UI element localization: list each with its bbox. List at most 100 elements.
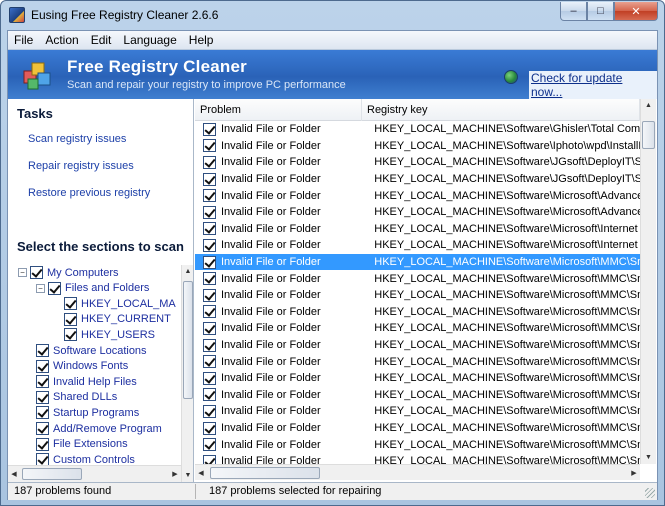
table-horizontal-scrollbar[interactable]: ◀ ▶	[195, 464, 640, 480]
table-row[interactable]: Invalid File or Folder HKEY_LOCAL_MACHINE…	[195, 320, 640, 337]
menu-action[interactable]: Action	[39, 31, 84, 49]
tree-item[interactable]: − My Computers	[18, 265, 119, 280]
table-hscroll-thumb[interactable]	[210, 467, 320, 479]
table-row[interactable]: Invalid File or Folder HKEY_LOCAL_MACHINE…	[195, 171, 640, 188]
scroll-right-arrow-icon[interactable]: ▶	[628, 466, 640, 479]
row-checkbox[interactable]	[203, 189, 216, 203]
tree-scroll-thumb[interactable]	[183, 281, 193, 399]
close-button[interactable]: ✕	[614, 2, 658, 21]
column-registry-key[interactable]: Registry key	[362, 99, 640, 121]
table-row[interactable]: Invalid File or Folder HKEY_LOCAL_MACHINE…	[195, 287, 640, 304]
row-checkbox[interactable]	[203, 255, 216, 269]
table-row[interactable]: Invalid File or Folder HKEY_LOCAL_MACHINE…	[195, 138, 640, 155]
section-checkbox[interactable]	[64, 328, 77, 342]
check-update-link[interactable]: Check for update now...	[529, 71, 657, 99]
row-checkbox[interactable]	[203, 321, 216, 335]
row-checkbox[interactable]	[203, 238, 216, 252]
tree-item[interactable]: HKEY_CURRENT	[54, 312, 171, 327]
section-checkbox[interactable]	[64, 312, 77, 326]
row-checkbox[interactable]	[203, 288, 216, 302]
table-row[interactable]: Invalid File or Folder HKEY_LOCAL_MACHINE…	[195, 154, 640, 171]
row-checkbox[interactable]	[203, 139, 216, 153]
scroll-up-arrow-icon[interactable]: ▲	[182, 265, 194, 278]
tree-item[interactable]: Add/Remove Program	[36, 421, 162, 436]
tree-collapse-icon[interactable]: −	[36, 283, 45, 293]
tree-item[interactable]: Software Locations	[36, 343, 147, 358]
table-row[interactable]: Invalid File or Folder HKEY_LOCAL_MACHINE…	[195, 204, 640, 221]
row-checkbox[interactable]	[203, 222, 216, 236]
title-bar[interactable]: Eusing Free Registry Cleaner 2.6.6 – □ ✕	[1, 1, 664, 29]
scroll-up-arrow-icon[interactable]: ▲	[641, 99, 656, 112]
tree-item[interactable]: Startup Programs	[36, 405, 139, 420]
table-vertical-scrollbar[interactable]: ▲ ▼	[640, 99, 656, 464]
table-row[interactable]: Invalid File or Folder HKEY_LOCAL_MACHINE…	[195, 304, 640, 321]
row-checkbox[interactable]	[203, 122, 216, 136]
tree-item[interactable]: HKEY_LOCAL_MA	[54, 296, 176, 311]
row-checkbox[interactable]	[203, 355, 216, 369]
section-checkbox[interactable]	[36, 359, 49, 373]
scroll-left-arrow-icon[interactable]: ◀	[195, 466, 207, 479]
table-row[interactable]: Invalid File or Folder HKEY_LOCAL_MACHINE…	[195, 270, 640, 287]
tree-item[interactable]: Shared DLLs	[36, 390, 117, 405]
menu-file[interactable]: File	[8, 31, 39, 49]
section-checkbox[interactable]	[48, 281, 61, 295]
column-problem[interactable]: Problem	[195, 99, 362, 121]
menu-help[interactable]: Help	[183, 31, 220, 49]
row-checkbox[interactable]	[203, 305, 216, 319]
minimize-button[interactable]: –	[560, 2, 587, 21]
resize-grip-icon[interactable]	[645, 488, 655, 498]
table-row[interactable]: Invalid File or Folder HKEY_LOCAL_MACHINE…	[195, 121, 640, 138]
table-row[interactable]: Invalid File or Folder HKEY_LOCAL_MACHINE…	[195, 387, 640, 404]
row-checkbox[interactable]	[203, 388, 216, 402]
menu-edit[interactable]: Edit	[85, 31, 118, 49]
scroll-down-arrow-icon[interactable]: ▼	[641, 451, 656, 464]
table-row[interactable]: Invalid File or Folder HKEY_LOCAL_MACHINE…	[195, 420, 640, 437]
table-row[interactable]: Invalid File or Folder HKEY_LOCAL_MACHINE…	[195, 436, 640, 453]
tree-horizontal-scrollbar[interactable]: ◀ ▶	[8, 465, 181, 482]
scroll-down-arrow-icon[interactable]: ▼	[182, 469, 194, 482]
section-checkbox[interactable]	[36, 437, 49, 451]
section-checkbox[interactable]	[36, 406, 49, 420]
restore-registry-link[interactable]: Restore previous registry	[28, 187, 150, 199]
section-checkbox[interactable]	[36, 390, 49, 404]
tree-collapse-icon[interactable]: −	[18, 268, 27, 277]
scan-registry-link[interactable]: Scan registry issues	[28, 133, 126, 145]
table-row[interactable]: Invalid File or Folder HKEY_LOCAL_MACHINE…	[195, 221, 640, 238]
section-checkbox[interactable]	[36, 422, 49, 435]
table-row[interactable]: Invalid File or Folder HKEY_LOCAL_MACHINE…	[195, 337, 640, 354]
table-row[interactable]: Invalid File or Folder HKEY_LOCAL_MACHINE…	[195, 403, 640, 420]
tree-item[interactable]: − Files and Folders	[36, 281, 149, 296]
section-checkbox[interactable]	[36, 344, 49, 357]
table-row[interactable]: Invalid File or Folder HKEY_LOCAL_MACHINE…	[195, 370, 640, 387]
tree-item[interactable]: HKEY_USERS	[54, 327, 155, 342]
row-checkbox[interactable]	[203, 205, 216, 219]
tree-vertical-scrollbar[interactable]: ▲ ▼	[181, 265, 193, 482]
section-checkbox[interactable]	[64, 297, 77, 311]
tree-item[interactable]: Invalid Help Files	[36, 374, 137, 389]
row-checkbox[interactable]	[203, 438, 216, 452]
table-row[interactable]: Invalid File or Folder HKEY_LOCAL_MACHINE…	[195, 353, 640, 370]
scroll-left-arrow-icon[interactable]: ◀	[8, 467, 20, 480]
table-row[interactable]: Invalid File or Folder HKEY_LOCAL_MACHINE…	[195, 187, 640, 204]
maximize-button[interactable]: □	[587, 2, 614, 21]
table-row[interactable]: Invalid File or Folder HKEY_LOCAL_MACHINE…	[195, 253, 640, 271]
section-checkbox[interactable]	[36, 375, 49, 389]
tree-hscroll-thumb[interactable]	[22, 468, 82, 480]
row-checkbox[interactable]	[203, 272, 216, 286]
repair-registry-link[interactable]: Repair registry issues	[28, 160, 134, 172]
table-row[interactable]: Invalid File or Folder HKEY_LOCAL_MACHINE…	[195, 237, 640, 254]
row-checkbox[interactable]	[203, 172, 216, 186]
row-checkbox[interactable]	[203, 155, 216, 169]
row-checkbox[interactable]	[203, 338, 216, 352]
tree-item[interactable]: Windows Fonts	[36, 359, 128, 374]
row-checkbox[interactable]	[203, 421, 216, 435]
table-row[interactable]: Invalid File or Folder HKEY_LOCAL_MACHINE…	[195, 453, 640, 464]
menu-language[interactable]: Language	[117, 31, 182, 49]
scroll-right-arrow-icon[interactable]: ▶	[169, 467, 181, 480]
section-checkbox[interactable]	[30, 266, 43, 279]
row-checkbox[interactable]	[203, 454, 216, 464]
tree-item[interactable]: File Extensions	[36, 437, 128, 452]
table-scroll-thumb[interactable]	[642, 121, 655, 149]
row-checkbox[interactable]	[203, 404, 216, 418]
row-checkbox[interactable]	[203, 371, 216, 385]
